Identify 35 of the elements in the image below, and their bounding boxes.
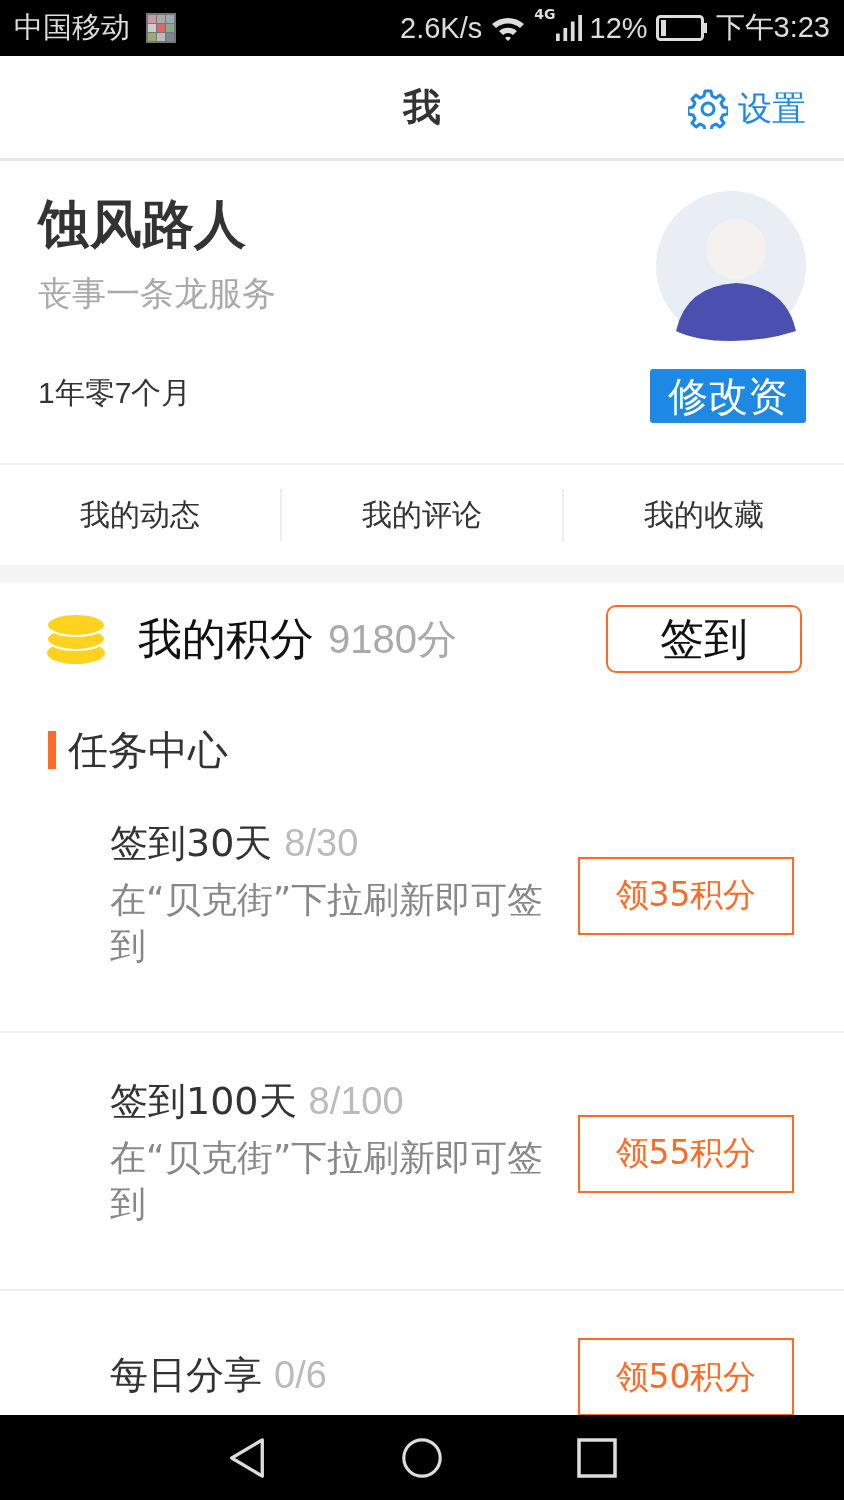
recent-apps-icon[interactable] xyxy=(576,1436,617,1479)
network-speed: 2.6K/s xyxy=(400,11,483,45)
check-in-button[interactable]: 签到 xyxy=(606,605,802,673)
accent-bar xyxy=(48,731,56,769)
signal-icon xyxy=(555,14,582,42)
gallery-icon xyxy=(146,13,176,43)
points-value: 9180分 xyxy=(328,615,457,663)
task-title: 签到30天 xyxy=(110,820,273,867)
settings-link[interactable]: 设置 xyxy=(688,86,806,132)
user-bio: 丧事一条龙服务 xyxy=(38,272,277,315)
page-title: 我 xyxy=(403,83,441,131)
carrier-name: 中国移动 xyxy=(14,10,130,45)
clock: 下午3:23 xyxy=(715,10,830,45)
battery-percent: 12% xyxy=(589,11,648,45)
network-type: 4G xyxy=(534,6,556,22)
section-title: 任务中心 xyxy=(68,725,228,775)
claim-points-button[interactable]: 领55积分 xyxy=(578,1114,794,1193)
points-label: 我的积分 xyxy=(138,611,314,666)
task-description: 在“贝克街”下拉刷新即可签到 xyxy=(110,1136,545,1226)
edit-profile-button[interactable]: 修改资 xyxy=(650,369,806,423)
profile-tab[interactable]: 我的收藏 xyxy=(564,484,844,546)
task-title: 签到100天 xyxy=(110,1078,297,1125)
claim-points-button[interactable]: 领35积分 xyxy=(578,856,794,935)
account-age: 1年零7个月 xyxy=(38,375,193,411)
task-description: 在“贝克街”下拉刷新即可签到 xyxy=(110,878,545,968)
coins-icon xyxy=(46,613,106,665)
profile-tab[interactable]: 我的评论 xyxy=(282,484,562,546)
task-title: 每日分享 xyxy=(110,1351,262,1399)
claim-points-button[interactable]: 领50积分 xyxy=(578,1338,794,1415)
home-icon[interactable] xyxy=(402,1436,442,1479)
settings-icon xyxy=(688,89,728,129)
avatar[interactable] xyxy=(656,191,806,341)
user-name: 蚀风路人 xyxy=(38,193,247,256)
profile-tab[interactable]: 我的动态 xyxy=(0,484,280,546)
battery-icon xyxy=(655,15,708,41)
